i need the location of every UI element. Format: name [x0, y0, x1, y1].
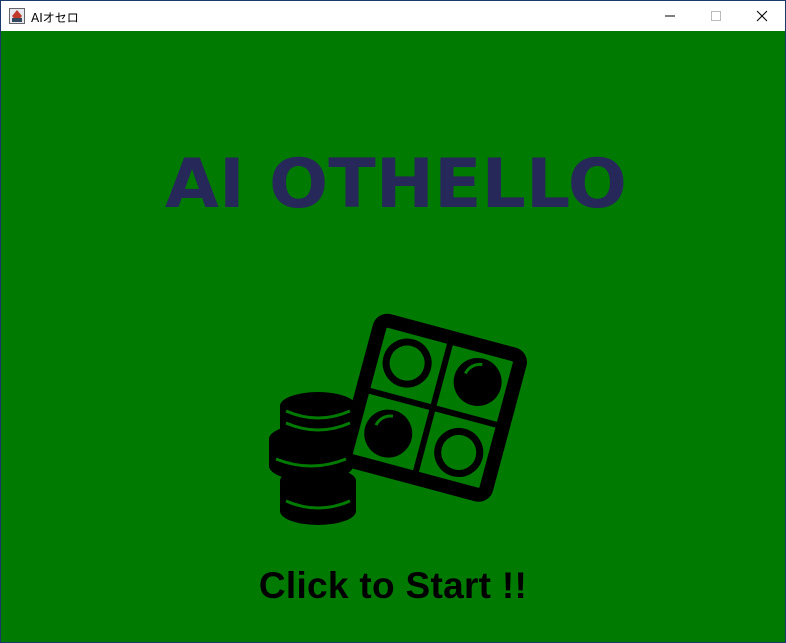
- board-icon: [338, 313, 527, 502]
- maximize-icon: [711, 11, 721, 21]
- app-window: AIオセロ AI OTHELLO Click to Start !!: [0, 0, 786, 643]
- maximize-button[interactable]: [693, 1, 739, 31]
- game-logo: AI OTHELLO: [165, 149, 627, 213]
- start-prompt[interactable]: Click to Start !!: [1, 565, 785, 607]
- close-icon: [756, 10, 768, 22]
- minimize-button[interactable]: [647, 1, 693, 31]
- close-button[interactable]: [739, 1, 785, 31]
- window-title: AIオセロ: [31, 11, 79, 25]
- start-screen[interactable]: AI OTHELLO Click to Start !!: [1, 31, 785, 642]
- logo-text: AI OTHELLO: [165, 149, 627, 213]
- othello-illustration: [269, 313, 527, 525]
- disc-stack-icon: [269, 392, 356, 525]
- title-bar[interactable]: AIオセロ: [1, 1, 785, 31]
- java-app-icon: [9, 8, 25, 24]
- minimize-icon: [665, 15, 675, 17]
